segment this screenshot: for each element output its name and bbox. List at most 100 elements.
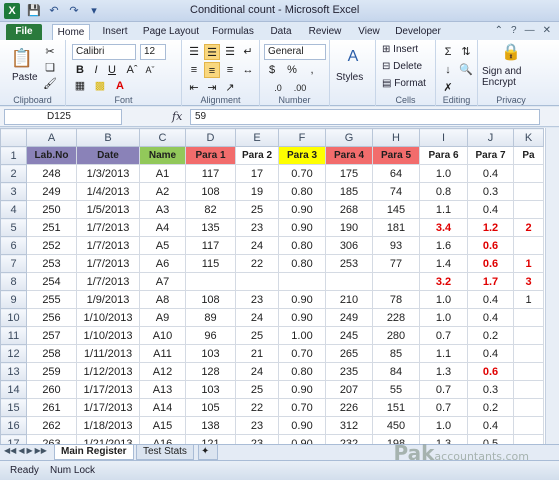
data-cell[interactable]: A12 [139,362,186,381]
data-cell[interactable]: 0.4 [467,164,514,183]
align-left-icon[interactable]: ≡ [186,62,202,78]
data-cell[interactable] [372,272,420,291]
vertical-scrollbar[interactable] [545,128,559,444]
data-cell[interactable]: 0.7 [419,380,468,399]
column-header-a[interactable]: A [26,128,77,147]
minimize-icon[interactable]: — [525,25,535,36]
paste-icon[interactable]: 📋 [10,46,34,70]
data-cell[interactable]: 22 [235,398,279,417]
data-cell[interactable]: 235 [325,362,373,381]
row-header[interactable]: 10 [0,308,27,327]
data-cell[interactable] [513,380,544,399]
data-cell[interactable]: 85 [372,344,420,363]
data-cell[interactable]: 245 [325,326,373,345]
data-cell[interactable]: 1/7/2013 [76,272,140,291]
data-cell[interactable]: 0.90 [278,200,326,219]
data-cell[interactable]: 1/9/2013 [76,290,140,309]
tab-view[interactable]: View [352,24,386,40]
tab-insert[interactable]: Insert [96,24,134,40]
data-cell[interactable]: 138 [185,416,236,435]
data-cell[interactable]: 103 [185,344,236,363]
data-cell[interactable]: 1/3/2013 [76,164,140,183]
data-cell[interactable]: A16 [139,434,186,444]
underline-button[interactable]: U [104,62,120,78]
row-header[interactable]: 14 [0,380,27,399]
formula-input[interactable]: 59 [190,109,540,125]
data-cell[interactable]: 280 [372,326,420,345]
data-cell[interactable]: 226 [325,398,373,417]
data-cell[interactable]: 259 [26,362,77,381]
tab-review[interactable]: Review [304,24,346,40]
lock-icon[interactable]: 🔒 [500,42,522,64]
data-cell[interactable]: 207 [325,380,373,399]
data-cell[interactable]: 1/7/2013 [76,254,140,273]
data-cell[interactable]: 108 [185,182,236,201]
data-cell[interactable]: 312 [325,416,373,435]
first-sheet-icon[interactable]: ◀◀ [4,446,16,455]
data-cell[interactable]: A4 [139,218,186,237]
styles-button[interactable]: Styles [336,72,363,83]
copy-icon[interactable]: ❏ [42,60,58,76]
data-cell[interactable] [325,272,373,291]
row-header[interactable]: 13 [0,362,27,381]
border-icon[interactable]: ▦ [72,78,88,94]
data-cell[interactable]: A9 [139,308,186,327]
data-cell[interactable]: 255 [26,290,77,309]
row-header[interactable]: 2 [0,164,27,183]
data-cell[interactable]: 249 [26,182,77,201]
font-size-select[interactable]: 12 [140,44,166,60]
data-cell[interactable]: 108 [185,290,236,309]
data-cell[interactable]: 0.90 [278,380,326,399]
data-cell[interactable]: 0.4 [467,416,514,435]
data-cell[interactable]: 1.0 [419,164,468,183]
data-cell[interactable]: 251 [26,218,77,237]
tab-formulas[interactable]: Formulas [208,24,258,40]
header-cell[interactable]: Name [139,146,186,165]
increase-indent-icon[interactable]: ⇥ [204,80,220,96]
data-cell[interactable]: 0.80 [278,182,326,201]
row-header[interactable]: 11 [0,326,27,345]
header-cell[interactable]: Para 2 [235,146,279,165]
data-cell[interactable]: 3 [513,272,544,291]
data-cell[interactable]: 258 [26,344,77,363]
data-cell[interactable]: 260 [26,380,77,399]
clear-icon[interactable]: ✗ [440,80,456,96]
autosum-icon[interactable]: Σ [440,44,456,60]
header-cell[interactable]: Para 3 [278,146,326,165]
row-header[interactable]: 16 [0,416,27,435]
data-cell[interactable]: 1/11/2013 [76,344,140,363]
data-cell[interactable]: 0.80 [278,236,326,255]
data-cell[interactable]: 78 [372,290,420,309]
row-header[interactable]: 1 [0,146,27,165]
insert-function-icon[interactable]: fx [172,110,182,123]
align-center-icon[interactable]: ≡ [204,62,220,78]
data-cell[interactable]: 0.6 [467,254,514,273]
next-sheet-icon[interactable]: ▶ [26,446,32,455]
data-cell[interactable]: A1 [139,164,186,183]
data-cell[interactable]: 0.90 [278,218,326,237]
header-cell[interactable]: Pa [513,146,544,165]
sheet-tab-test-stats[interactable]: Test Stats [136,445,194,460]
data-cell[interactable]: 121 [185,434,236,444]
sheet-tab-main-register[interactable]: Main Register [54,445,134,460]
customize-icon[interactable]: ▾ [86,3,102,19]
fill-color-icon[interactable]: ▩ [92,78,108,94]
chevron-up-icon[interactable]: ⌃ [495,25,503,36]
row-header[interactable]: 15 [0,398,27,417]
data-cell[interactable]: 3.4 [419,218,468,237]
column-header-b[interactable]: B [76,128,140,147]
data-cell[interactable]: 24 [235,236,279,255]
data-cell[interactable]: 77 [372,254,420,273]
styles-icon[interactable]: A [342,46,364,68]
data-cell[interactable]: 23 [235,290,279,309]
header-cell[interactable]: Lab.No [26,146,77,165]
name-box[interactable]: D125 [4,109,122,125]
data-cell[interactable]: 2 [513,218,544,237]
increase-decimal-icon[interactable]: .0 [270,80,286,96]
data-cell[interactable]: A8 [139,290,186,309]
header-cell[interactable]: Date [76,146,140,165]
data-cell[interactable]: 0.70 [278,164,326,183]
format-painter-icon[interactable]: 🖌 [42,76,58,92]
data-cell[interactable]: 55 [372,380,420,399]
data-cell[interactable]: 190 [325,218,373,237]
